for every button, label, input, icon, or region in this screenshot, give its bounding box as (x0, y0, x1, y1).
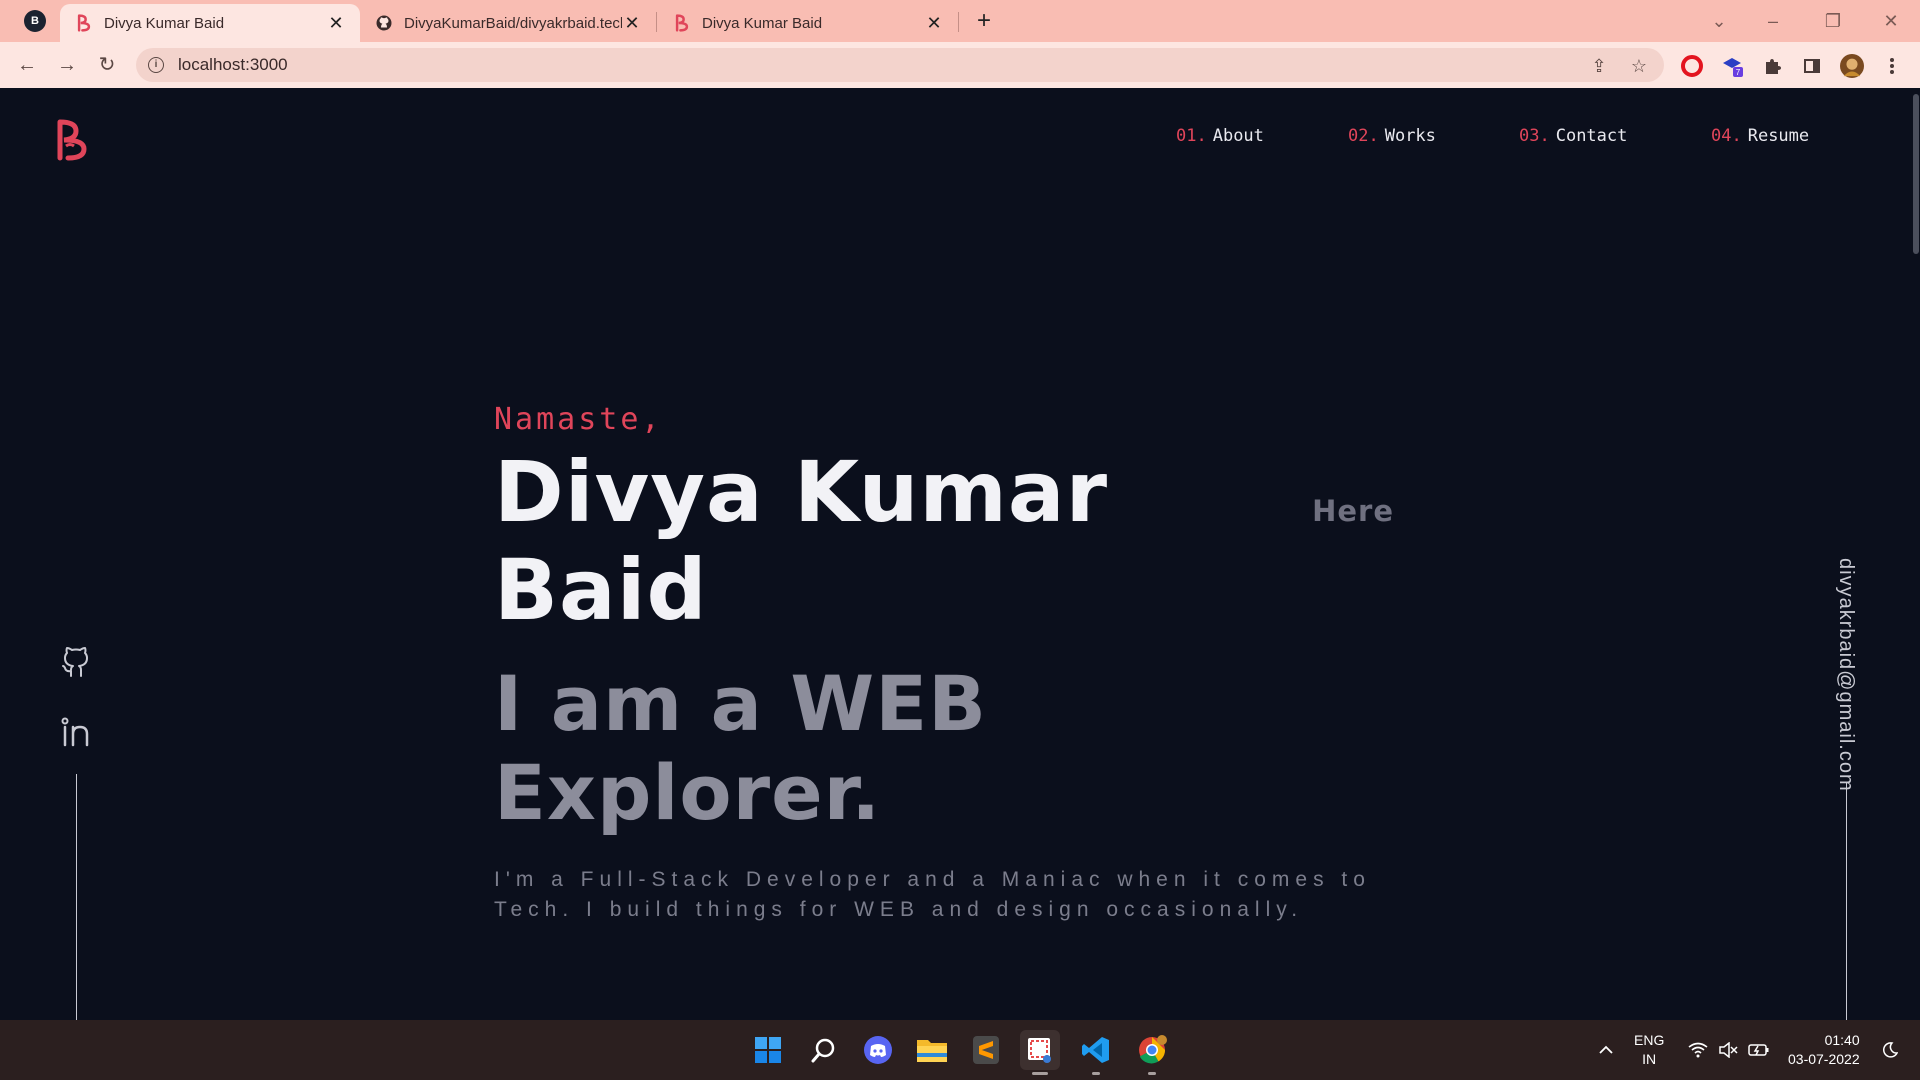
minimize-icon[interactable]: – (1758, 6, 1788, 36)
linkedin-link[interactable] (58, 714, 94, 750)
clock-date: 03-07-2022 (1788, 1051, 1860, 1067)
sublime-text-icon[interactable] (966, 1030, 1006, 1070)
name-line: Divya Kumar Baid Here (494, 443, 1394, 639)
github-icon (62, 647, 88, 677)
portfolio-page: 01. About 02. Works 03. Contact 04. Resu… (0, 88, 1920, 1020)
snipping-tool-icon[interactable] (1020, 1030, 1060, 1070)
close-icon[interactable]: ✕ (622, 13, 642, 34)
email-link[interactable]: divyakrbaid@gmail.com (1830, 558, 1860, 792)
nav-label: About (1212, 126, 1264, 146)
tab-title: Divya Kumar Baid (104, 14, 225, 32)
github-icon (374, 13, 394, 33)
nav-number: 03. (1519, 126, 1550, 146)
nav-resume[interactable]: 04. Resume (1711, 126, 1809, 146)
url-text[interactable]: localhost:3000 (178, 55, 288, 75)
tab-github-repo[interactable]: DivyaKumarBaid/divyakrbaid.tech ✕ (360, 4, 656, 42)
bookmark-star-icon[interactable]: ☆ (1628, 55, 1650, 77)
focus-moon-icon[interactable] (1882, 1020, 1898, 1080)
close-icon[interactable]: ✕ (924, 13, 944, 34)
left-divider-line (76, 774, 77, 1020)
nav-contact[interactable]: 03. Contact (1519, 126, 1627, 146)
greeting: Namaste, (494, 402, 663, 437)
tab-divya-kumar-baid[interactable]: Divya Kumar Baid ✕ (60, 4, 360, 42)
tab-search-chevron-icon[interactable]: ⌄ (1704, 6, 1734, 36)
right-divider-line (1846, 782, 1847, 1020)
nav-number: 01. (1176, 126, 1207, 146)
start-icon[interactable] (748, 1030, 788, 1070)
scrollbar-thumb[interactable] (1913, 94, 1919, 254)
volume-muted-icon[interactable] (1718, 1020, 1738, 1080)
nav-works[interactable]: 02. Works (1348, 126, 1436, 146)
hero-name: Divya Kumar Baid (494, 443, 1109, 639)
windows-taskbar: ENG IN 01:40 03-07-2022 (0, 1020, 1920, 1080)
restore-icon[interactable]: ❐ (1818, 6, 1848, 36)
clock-time: 01:40 (1824, 1032, 1860, 1048)
site-logo-icon (672, 13, 692, 33)
vscode-icon[interactable] (1076, 1030, 1116, 1070)
info-icon[interactable]: i (148, 57, 164, 73)
file-explorer-icon[interactable] (912, 1030, 952, 1070)
profile-avatar[interactable] (1840, 54, 1864, 78)
hero-tagline: I am a WEB Explorer. (494, 659, 988, 837)
language-code: ENG (1634, 1032, 1665, 1048)
linkedin-icon (61, 717, 89, 747)
browser-toolbar: ← → ↻ i localhost:3000 ⇪ ☆ 7 (0, 42, 1920, 88)
tab-title: DivyaKumarBaid/divyakrbaid.tech (404, 14, 622, 32)
tab-divya-kumar-baid-2[interactable]: Divya Kumar Baid ✕ (658, 4, 958, 42)
active-app-indicator (1032, 1072, 1048, 1075)
region-code: IN (1642, 1051, 1657, 1067)
wifi-icon[interactable] (1688, 1020, 1708, 1080)
tab-separator (656, 12, 657, 32)
share-icon[interactable]: ⇪ (1588, 55, 1610, 77)
site-logo[interactable] (54, 118, 90, 162)
site-logo-icon (74, 13, 94, 33)
opera-extension-icon[interactable] (1680, 54, 1704, 78)
tab-title: Divya Kumar Baid (702, 14, 823, 32)
address-bar[interactable]: i localhost:3000 ⇪ ☆ (136, 48, 1664, 82)
nav-about[interactable]: 01. About (1176, 126, 1264, 146)
menu-kebab-icon[interactable] (1880, 54, 1904, 78)
window-close-icon[interactable]: ✕ (1876, 6, 1906, 36)
profile-chip[interactable]: B (24, 10, 46, 32)
close-icon[interactable]: ✕ (326, 13, 346, 34)
nav-label: Resume (1747, 126, 1810, 146)
name-suffix: Here (1312, 494, 1394, 528)
new-tab-button[interactable]: + (970, 8, 998, 36)
running-app-indicator (1092, 1072, 1100, 1075)
nav-label: Contact (1555, 126, 1628, 146)
tab-separator (958, 12, 959, 32)
forward-arrow-icon[interactable]: → (52, 50, 82, 80)
email-text: divyakrbaid@gmail.com (1835, 558, 1857, 792)
reload-icon[interactable]: ↻ (92, 50, 122, 80)
browser-tab-strip: B Divya Kumar Baid ✕ DivyaKumarBaid/divy… (0, 0, 1920, 42)
hero-section: Namaste, Divya Kumar Baid Here I am a WE… (494, 402, 1394, 925)
extension-badge-icon[interactable]: 7 (1720, 54, 1744, 78)
nav-number: 02. (1348, 126, 1379, 146)
clock[interactable]: 01:40 03-07-2022 (1788, 1020, 1860, 1080)
nav-label: Works (1384, 126, 1436, 146)
back-arrow-icon[interactable]: ← (12, 50, 42, 80)
nav-number: 04. (1711, 126, 1742, 146)
language-indicator[interactable]: ENG IN (1634, 1020, 1664, 1080)
chrome-icon[interactable] (1132, 1030, 1172, 1070)
search-icon[interactable] (804, 1030, 844, 1070)
running-app-indicator (1148, 1072, 1156, 1075)
show-hidden-icons-chevron-icon[interactable] (1598, 1020, 1614, 1080)
github-link[interactable] (58, 644, 94, 680)
discord-icon[interactable] (858, 1030, 898, 1070)
side-panel-icon[interactable] (1800, 54, 1824, 78)
battery-icon[interactable] (1748, 1020, 1770, 1080)
hero-description: I'm a Full-Stack Developer and a Maniac … (494, 868, 1371, 921)
extensions-puzzle-icon[interactable] (1760, 54, 1784, 78)
svg-text:7: 7 (1736, 68, 1741, 77)
